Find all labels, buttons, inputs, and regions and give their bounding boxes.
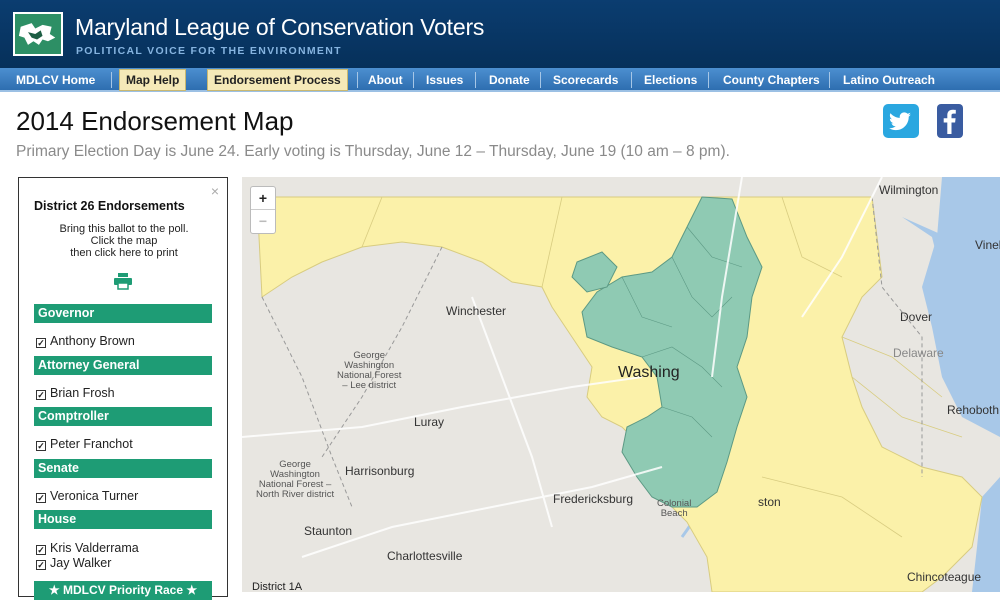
candidate-name: Anthony Brown (50, 334, 135, 348)
check-icon: ✓ (36, 338, 46, 348)
candidate-name: Veronica Turner (50, 489, 139, 503)
check-icon: ✓ (36, 545, 46, 555)
election-dates-subtitle: Primary Election Day is June 24. Early v… (16, 143, 730, 160)
nav-mdlcv-home[interactable]: MDLCV Home (10, 70, 101, 90)
site-title[interactable]: Maryland League of Conservation Voters (75, 14, 484, 41)
maryland-logo-icon[interactable] (13, 12, 63, 56)
instruction-line: then click here to print (70, 247, 178, 259)
nav-elections[interactable]: Elections (638, 70, 703, 90)
candidate-item: ✓ Veronica Turner (36, 489, 138, 503)
facebook-icon[interactable] (937, 104, 963, 138)
candidate-name: Peter Franchot (50, 437, 133, 451)
map-label-gw-forest-lee: George Washington National Forest – Lee … (337, 350, 402, 391)
candidate-name: Jay Walker (50, 556, 112, 570)
map-label-delaware: Delaware (893, 346, 944, 360)
map-label-chincoteague: Chincoteague (907, 570, 982, 584)
zoom-control: + − (250, 186, 276, 234)
close-icon[interactable]: × (211, 183, 219, 199)
candidate-item: ✓ Kris Valderrama (36, 541, 139, 555)
nav-separator (413, 72, 414, 88)
candidate-name: Kris Valderrama (50, 541, 139, 555)
check-icon: ✓ (36, 560, 46, 570)
nav-separator (475, 72, 476, 88)
district-hover-label: District 1A (252, 581, 303, 592)
map-label-staunton: Staunton (304, 524, 353, 538)
nav-county-chapters[interactable]: County Chapters (717, 70, 826, 90)
nav-scorecards[interactable]: Scorecards (547, 70, 624, 90)
nav-donate[interactable]: Donate (483, 70, 536, 90)
map-label-gw-forest-north-river: George Washington National Forest – Nort… (256, 459, 335, 500)
main-nav: MDLCV Home Map Help Endorsement Process … (0, 68, 1000, 92)
candidate-item: ✓ Anthony Brown (36, 334, 135, 348)
nav-latino-outreach[interactable]: Latino Outreach (837, 70, 941, 90)
map-label-winchester: Winchester (446, 304, 507, 318)
zoom-in-button[interactable]: + (251, 187, 275, 210)
nav-separator (111, 72, 112, 88)
map-label-harrisonburg: Harrisonburg (345, 464, 415, 478)
nav-separator (829, 72, 830, 88)
twitter-icon[interactable] (883, 104, 919, 138)
map-label-washington: Washing (618, 364, 680, 381)
map-label-charlottesville: Charlottesville (387, 549, 463, 563)
ballot-instructions: Bring this ballot to the poll. Click the… (19, 223, 229, 259)
candidate-name: Brian Frosh (50, 386, 115, 400)
ballot-title: District 26 Endorsements (34, 199, 185, 213)
candidate-item: ✓ Brian Frosh (36, 386, 115, 400)
instruction-line: Click the map (90, 235, 158, 247)
nav-separator (540, 72, 541, 88)
nav-separator (631, 72, 632, 88)
section-house: House (34, 510, 212, 529)
candidate-item: ✓ Peter Franchot (36, 437, 133, 451)
section-comptroller: Comptroller (34, 407, 212, 426)
map-label-easton: ston (758, 495, 781, 509)
check-icon: ✓ (36, 441, 46, 451)
candidate-item: ✓ Jay Walker (36, 556, 111, 570)
printer-icon[interactable] (113, 272, 133, 290)
instruction-line: Bring this ballot to the poll. (59, 223, 189, 235)
map-label-colonial-beach: Colonial Beach (657, 498, 692, 519)
map-label-vineland: Vinel (975, 238, 1000, 252)
map-label-fredericksburg: Fredericksburg (553, 492, 634, 506)
endorsement-map[interactable]: + − Wilmington Vinel Winchester Dover De… (242, 177, 1000, 592)
map-label-luray: Luray (414, 415, 445, 429)
check-icon: ✓ (36, 493, 46, 503)
nav-separator (708, 72, 709, 88)
nav-map-help[interactable]: Map Help (119, 69, 187, 91)
site-header: Maryland League of Conservation Voters P… (0, 0, 1000, 68)
nav-about[interactable]: About (362, 70, 409, 90)
map-label-wilmington: Wilmington (879, 183, 939, 197)
nav-separator (357, 72, 358, 88)
priority-race-banner: ★ MDLCV Priority Race ★ (34, 581, 212, 600)
nav-endorsement-process[interactable]: Endorsement Process (207, 69, 348, 91)
section-attorney-general: Attorney General (34, 356, 212, 375)
district-ballot-panel: × District 26 Endorsements Bring this ba… (18, 177, 229, 600)
nav-issues[interactable]: Issues (420, 70, 469, 90)
check-icon: ✓ (36, 390, 46, 400)
page-title: 2014 Endorsement Map (16, 106, 294, 136)
section-senate: Senate (34, 459, 212, 478)
section-governor: Governor (34, 304, 212, 323)
zoom-out-button[interactable]: − (251, 210, 275, 233)
map-label-rehoboth: Rehoboth (947, 403, 1000, 417)
site-tagline: POLITICAL VOICE FOR THE ENVIRONMENT (76, 45, 342, 57)
map-label-dover: Dover (900, 310, 933, 324)
